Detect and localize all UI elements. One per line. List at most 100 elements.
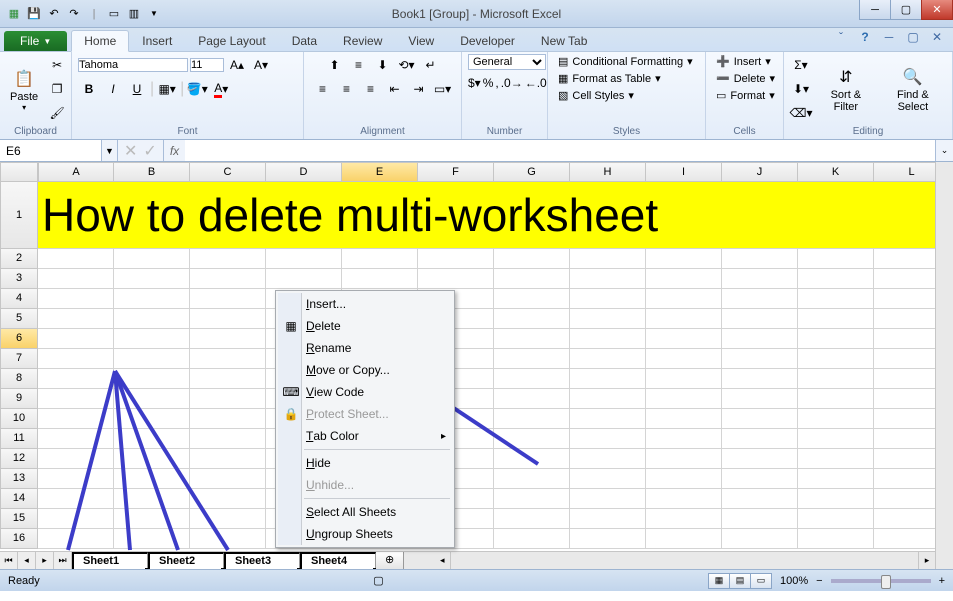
name-box[interactable] [0, 140, 102, 161]
row-header-6[interactable]: 6 [0, 329, 38, 349]
row-header-11[interactable]: 11 [0, 429, 38, 449]
row-header-5[interactable]: 5 [0, 309, 38, 329]
column-header-J[interactable]: J [722, 162, 798, 182]
banner-cell[interactable]: How to delete multi-worksheet [38, 182, 948, 248]
fx-label[interactable]: fx [164, 140, 185, 161]
cell-area[interactable]: How to delete multi-worksheet [38, 182, 935, 551]
align-left-icon[interactable]: ≡ [312, 78, 334, 100]
row-header-13[interactable]: 13 [0, 469, 38, 489]
undo-icon[interactable]: ↶ [46, 6, 62, 22]
column-header-D[interactable]: D [266, 162, 342, 182]
ctx-insert[interactable]: Insert... [278, 293, 452, 315]
sheet-tab-sheet3[interactable]: Sheet3 [224, 552, 300, 569]
cell-styles-button[interactable]: ▧Cell Styles ▾ [554, 88, 638, 103]
view-page-layout-icon[interactable]: ▤ [729, 573, 751, 589]
decrease-font-icon[interactable]: A▾ [250, 54, 272, 76]
row-header-2[interactable]: 2 [0, 249, 38, 269]
minimize-ribbon-icon[interactable]: ˇ [833, 30, 849, 46]
ctx-hide[interactable]: Hide [278, 452, 452, 474]
bold-button[interactable]: B [78, 78, 100, 100]
name-box-dropdown[interactable]: ▼ [102, 140, 118, 161]
zoom-slider[interactable] [831, 579, 931, 583]
sheet-tab-sheet1[interactable]: Sheet1 [72, 552, 148, 569]
row-header-9[interactable]: 9 [0, 389, 38, 409]
merge-icon[interactable]: ▭▾ [432, 78, 454, 100]
orientation-icon[interactable]: ⟲▾ [396, 54, 418, 76]
zoom-in-icon[interactable]: + [939, 575, 945, 587]
vertical-scrollbar[interactable] [935, 162, 953, 569]
increase-decimal-icon[interactable]: .0→ [501, 72, 523, 94]
conditional-formatting-button[interactable]: ▤Conditional Formatting ▾ [554, 54, 697, 69]
ctx-move-copy[interactable]: Move or Copy... [278, 359, 452, 381]
zoom-level[interactable]: 100% [780, 575, 808, 587]
font-size-input[interactable] [190, 58, 224, 72]
sort-filter-button[interactable]: ⇵ Sort & Filter [816, 63, 876, 115]
border-button[interactable]: ▦▾ [156, 78, 178, 100]
macro-record-icon[interactable]: ▢ [373, 574, 383, 587]
font-name-input[interactable] [78, 58, 188, 72]
ctx-select-all-sheets[interactable]: Select All Sheets [278, 501, 452, 523]
worksheet-grid[interactable]: ABCDEFGHIJKL 12345678910111213141516 How… [0, 162, 953, 569]
clear-icon[interactable]: ⌫▾ [790, 102, 812, 124]
align-top-icon[interactable]: ⬆ [324, 54, 346, 76]
formula-input[interactable] [185, 140, 935, 161]
fill-color-button[interactable]: 🪣▾ [186, 78, 208, 100]
column-header-I[interactable]: I [646, 162, 722, 182]
zoom-out-icon[interactable]: − [816, 575, 822, 587]
workbook-restore-icon[interactable]: ▢ [905, 30, 921, 46]
align-right-icon[interactable]: ≡ [360, 78, 382, 100]
find-select-button[interactable]: 🔍 Find & Select [880, 63, 946, 115]
tab-home[interactable]: Home [71, 30, 129, 52]
horizontal-scrollbar[interactable] [434, 552, 935, 569]
ctx-delete[interactable]: ▦Delete [278, 315, 452, 337]
close-button[interactable]: ✕ [921, 0, 953, 20]
copy-icon[interactable]: ❐ [46, 78, 68, 100]
view-normal-icon[interactable]: ▦ [708, 573, 730, 589]
tab-view[interactable]: View [395, 30, 447, 51]
column-header-A[interactable]: A [38, 162, 114, 182]
row-header-3[interactable]: 3 [0, 269, 38, 289]
sheet-tab-sheet4[interactable]: Sheet4 [300, 552, 376, 569]
tab-insert[interactable]: Insert [129, 30, 185, 51]
currency-icon[interactable]: $▾ [468, 72, 481, 94]
row-header-8[interactable]: 8 [0, 369, 38, 389]
row-header-16[interactable]: 16 [0, 529, 38, 549]
wrap-text-icon[interactable]: ↵ [420, 54, 442, 76]
view-page-break-icon[interactable]: ▭ [750, 573, 772, 589]
tab-review[interactable]: Review [330, 30, 395, 51]
paste-button[interactable]: 📋 Paste ▾ [6, 65, 42, 114]
sheet-tab-sheet2[interactable]: Sheet2 [148, 552, 224, 569]
autosum-icon[interactable]: Σ▾ [790, 54, 812, 76]
column-header-K[interactable]: K [798, 162, 874, 182]
row-header-10[interactable]: 10 [0, 409, 38, 429]
font-color-button[interactable]: A▾ [210, 78, 232, 100]
workbook-minimize-icon[interactable]: ─ [881, 30, 897, 46]
column-header-C[interactable]: C [190, 162, 266, 182]
underline-button[interactable]: U [126, 78, 148, 100]
column-header-F[interactable]: F [418, 162, 494, 182]
tab-page-layout[interactable]: Page Layout [185, 30, 278, 51]
cells-delete-button[interactable]: ➖ Delete ▾ [712, 71, 779, 86]
select-all-corner[interactable] [0, 162, 38, 182]
comma-icon[interactable]: , [495, 72, 498, 94]
maximize-button[interactable]: ▢ [890, 0, 922, 20]
fill-icon[interactable]: ⬇▾ [790, 78, 812, 100]
align-bottom-icon[interactable]: ⬇ [372, 54, 394, 76]
column-header-E[interactable]: E [342, 162, 418, 182]
sheet-nav-first-icon[interactable]: ⏮ [0, 552, 18, 569]
row-header-15[interactable]: 15 [0, 509, 38, 529]
cancel-formula-icon[interactable]: ✕ [124, 141, 137, 161]
tab-new[interactable]: New Tab [528, 30, 600, 51]
decrease-decimal-icon[interactable]: ←.0 [525, 72, 547, 94]
sheet-nav-next-icon[interactable]: ▸ [36, 552, 54, 569]
help-icon[interactable]: ? [857, 30, 873, 46]
expand-formula-bar-icon[interactable]: ⌄ [935, 140, 953, 161]
row-header-4[interactable]: 4 [0, 289, 38, 309]
cells-insert-button[interactable]: ➕ Insert ▾ [712, 54, 775, 69]
ctx-view-code[interactable]: ⌨View Code [278, 381, 452, 403]
redo-icon[interactable]: ↷ [66, 6, 82, 22]
format-painter-icon[interactable]: 🖌 [46, 102, 68, 124]
percent-icon[interactable]: % [483, 72, 494, 94]
column-header-G[interactable]: G [494, 162, 570, 182]
row-header-1[interactable]: 1 [0, 182, 38, 249]
